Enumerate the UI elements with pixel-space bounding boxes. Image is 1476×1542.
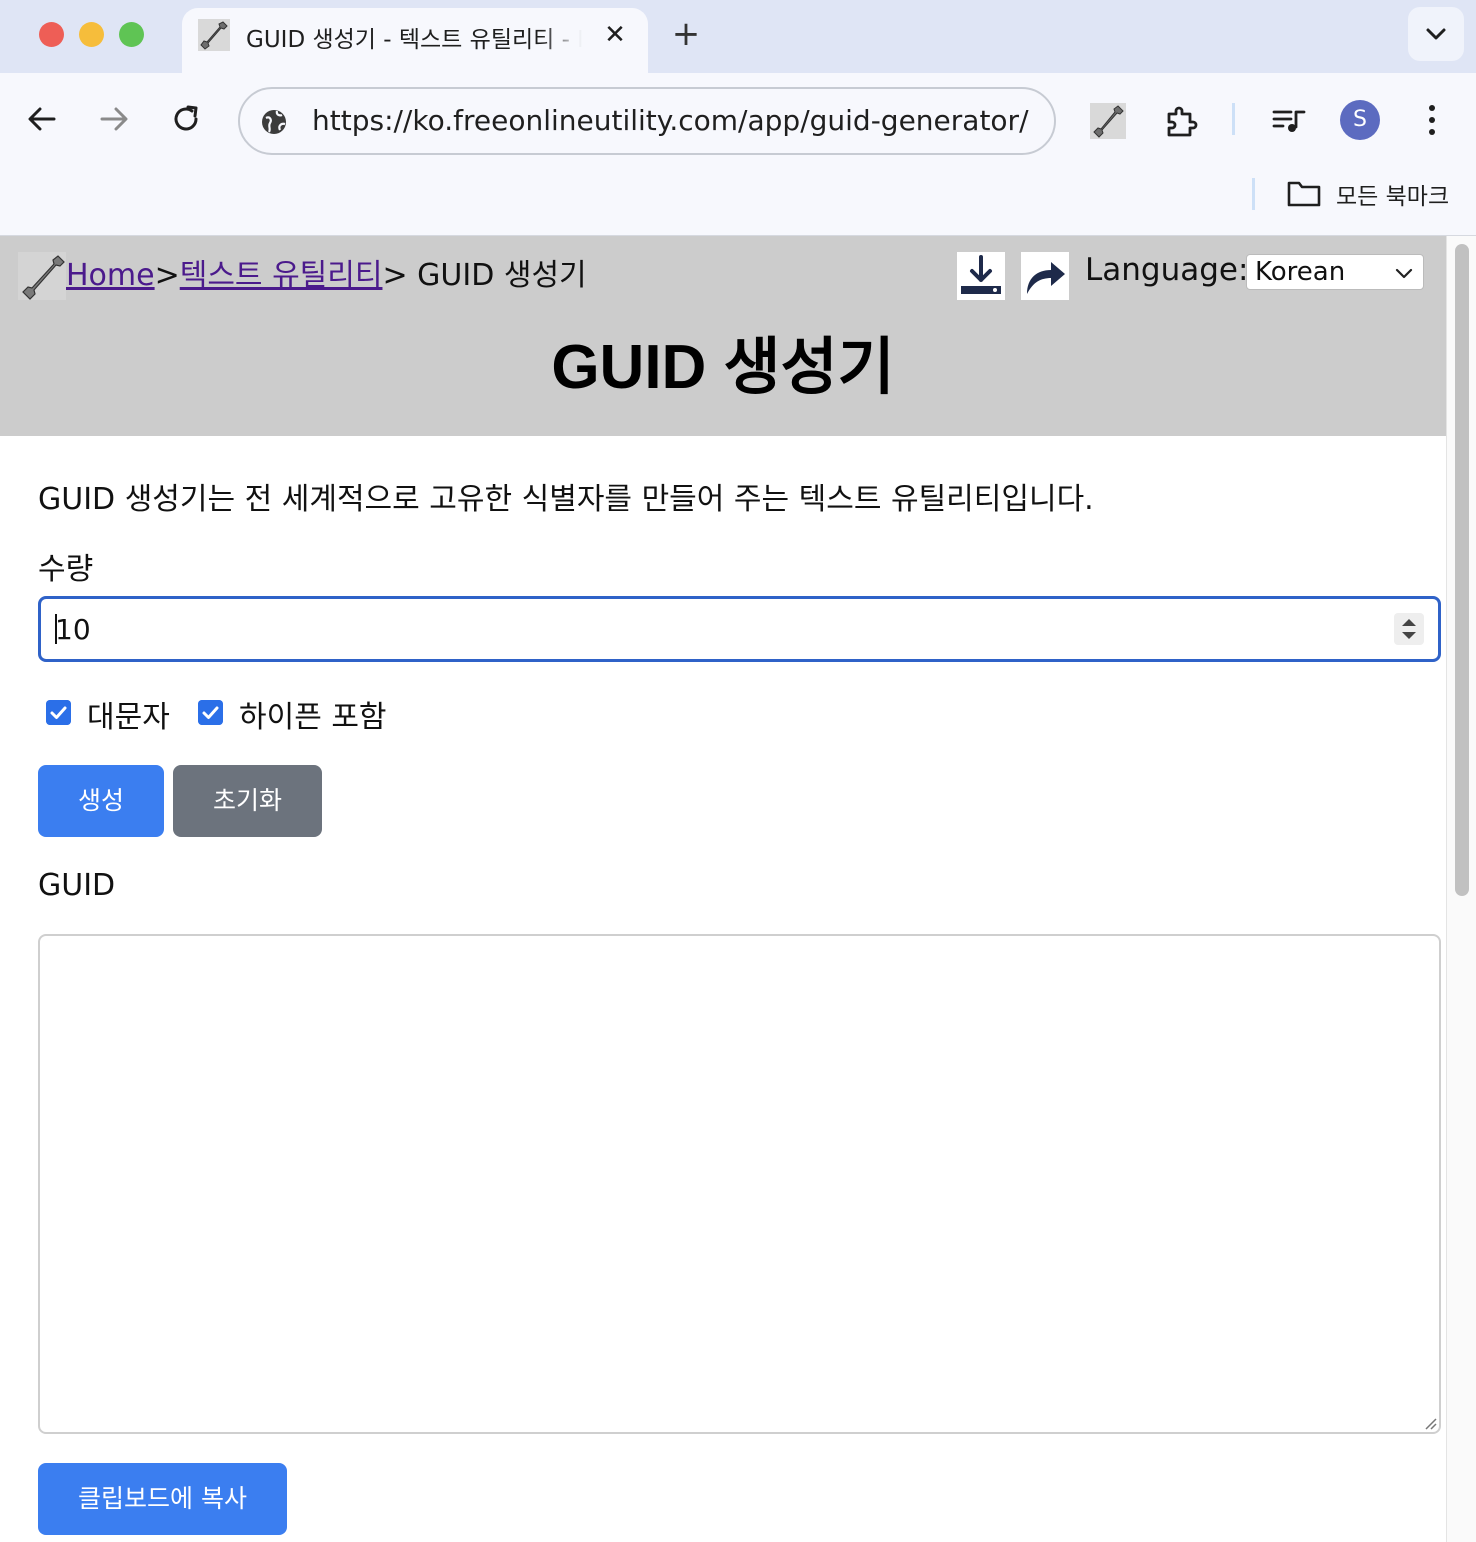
breadcrumb-current: > GUID 생성기 [382,258,587,293]
breadcrumb-home-link[interactable]: Home [66,258,155,293]
breadcrumb-separator: > [154,258,180,293]
browser-tab-active[interactable]: GUID 생성기 - 텍스트 유틸리티 - Free Online Utilit… [182,8,648,74]
minimize-window-button[interactable] [79,22,104,47]
hyphen-checkbox[interactable] [198,700,223,725]
all-bookmarks-link[interactable]: 모든 북마크 [1336,177,1449,211]
globe-icon [262,110,286,134]
hyphen-label[interactable]: 하이픈 포함 [239,692,387,736]
language-selected-value: Korean [1255,257,1346,287]
breadcrumb: Home>텍스트 유틸리티> GUID 생성기 [66,250,587,294]
tab-title: GUID 생성기 - 텍스트 유틸리티 - Free Online Utilit… [246,27,582,53]
quantity-input[interactable]: 10 [38,596,1441,662]
language-label: Language: [1085,252,1249,288]
tab-search-button[interactable] [1408,7,1464,61]
back-arrow-icon[interactable] [22,99,62,139]
text-caret [55,614,57,644]
reload-icon[interactable] [166,99,206,139]
guid-output-label: GUID [38,868,116,903]
download-icon[interactable] [957,252,1005,300]
chevron-down-icon [1395,268,1413,279]
quantity-stepper[interactable] [1394,613,1424,645]
page-viewport: Home>텍스트 유틸리티> GUID 생성기 Language: Korean… [0,236,1476,1542]
reset-button[interactable]: 초기화 [173,765,322,837]
generate-button[interactable]: 생성 [38,765,164,837]
browser-toolbar: https://ko.freeonlineutility.com/app/gui… [0,73,1476,236]
quantity-label: 수량 [38,552,94,587]
maximize-window-button[interactable] [119,22,144,47]
language-select[interactable]: Korean [1246,254,1424,290]
close-window-button[interactable] [39,22,64,47]
site-logo-wrench-icon[interactable] [18,252,66,300]
intro-text: GUID 생성기는 전 세계적으로 고유한 식별자를 만들어 주는 텍스트 유틸… [38,482,1094,517]
share-arrow-icon[interactable] [1021,252,1069,300]
url-text: https://ko.freeonlineutility.com/app/gui… [312,104,1029,137]
guid-output-textarea[interactable] [38,934,1441,1434]
site-header: Home>텍스트 유틸리티> GUID 생성기 Language: Korean… [0,236,1446,436]
new-tab-button[interactable]: + [666,14,706,54]
profile-avatar[interactable]: S [1340,100,1380,140]
page-scrollbar[interactable] [1446,236,1476,1542]
site-extension-icon[interactable] [1090,103,1126,139]
extensions-puzzle-icon[interactable] [1163,103,1199,139]
breadcrumb-category-link[interactable]: 텍스트 유틸리티 [180,258,383,293]
folder-icon[interactable] [1286,178,1322,208]
tab-close-button[interactable]: ✕ [600,20,630,50]
uppercase-label[interactable]: 대문자 [87,692,170,736]
toolbar-divider [1232,103,1235,135]
bookmarks-divider [1252,178,1255,210]
quantity-value: 10 [55,613,91,646]
tab-strip: GUID 생성기 - 텍스트 유틸리티 - Free Online Utilit… [0,0,1476,74]
wrench-icon [198,19,230,51]
resize-grip-icon[interactable] [1423,1416,1437,1430]
copy-to-clipboard-button[interactable]: 클립보드에 복사 [38,1463,287,1535]
chevron-down-icon [1426,28,1446,40]
more-menu-icon[interactable] [1414,100,1450,140]
forward-arrow-icon[interactable] [94,99,134,139]
media-queue-icon[interactable] [1271,103,1307,139]
uppercase-checkbox[interactable] [46,700,71,725]
address-bar[interactable]: https://ko.freeonlineutility.com/app/gui… [238,87,1056,155]
page-title: GUID 생성기 [551,333,895,402]
scrollbar-thumb[interactable] [1455,244,1469,896]
